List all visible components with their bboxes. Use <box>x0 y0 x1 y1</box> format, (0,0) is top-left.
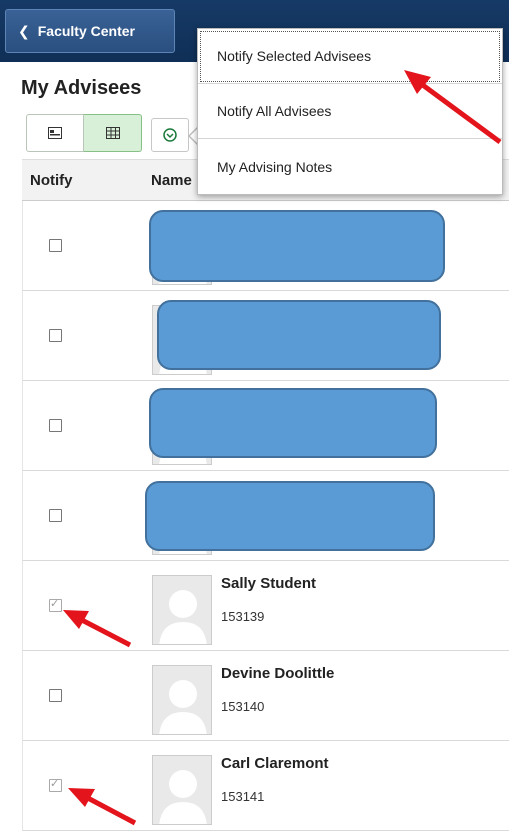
student-id: 153141 <box>221 789 265 804</box>
actions-dropdown-menu: Notify Selected Advisees Notify All Advis… <box>197 28 503 195</box>
avatar-placeholder-icon <box>152 665 212 735</box>
back-button-label: Faculty Center <box>37 23 135 39</box>
notify-column-header: Notify <box>30 172 73 189</box>
grid-view-button[interactable] <box>84 114 142 152</box>
page-title: My Advisees <box>21 77 142 99</box>
notify-checkbox[interactable] <box>49 689 62 702</box>
checkmark-icon: ✓ <box>50 598 60 610</box>
table-row <box>22 291 509 381</box>
menu-item[interactable]: Notify Selected Advisees <box>198 29 502 84</box>
app-root: ❮ Faculty Center My Advisees Notify Name… <box>0 0 509 833</box>
avatar-placeholder-icon <box>152 575 212 645</box>
advisee-table: Notify Name ✓ Sally Student 153139 Devine D… <box>22 159 509 831</box>
notify-checkbox[interactable] <box>49 419 62 432</box>
notify-checkbox[interactable] <box>49 239 62 252</box>
menu-item[interactable]: My Advising Notes <box>198 139 502 194</box>
redaction-box <box>149 210 445 282</box>
notify-checkbox[interactable]: ✓ <box>49 778 62 792</box>
student-name[interactable]: Sally Student <box>221 575 316 592</box>
list-view-button[interactable] <box>26 114 84 152</box>
avatar-placeholder-icon <box>152 755 212 825</box>
view-toggle-group <box>26 114 142 152</box>
table-row: ✓ Sally Student 153139 <box>22 561 509 651</box>
name-column-header: Name <box>151 172 192 189</box>
actions-menu-button[interactable] <box>151 118 189 152</box>
table-row: ✓ Carl Claremont 153141 <box>22 741 509 831</box>
notify-checkbox[interactable] <box>49 329 62 342</box>
card-list-icon <box>48 127 62 139</box>
student-id: 153139 <box>221 609 265 624</box>
student-id: 153140 <box>221 699 265 714</box>
table-row: Devine Doolittle 153140 <box>22 651 509 741</box>
menu-item[interactable]: Notify All Advisees <box>198 84 502 139</box>
notify-checkbox[interactable]: ✓ <box>49 598 62 612</box>
table-row <box>22 471 509 561</box>
student-name[interactable]: Devine Doolittle <box>221 665 334 682</box>
back-button[interactable]: ❮ Faculty Center <box>5 9 175 53</box>
grid-icon <box>105 127 120 139</box>
notify-checkbox[interactable] <box>49 509 62 522</box>
checkmark-icon: ✓ <box>50 778 60 790</box>
chevron-down-circle-icon <box>163 128 177 142</box>
table-row <box>22 201 509 291</box>
table-row <box>22 381 509 471</box>
chevron-left-icon: ❮ <box>18 22 30 39</box>
redaction-box <box>157 300 441 370</box>
table-body: ✓ Sally Student 153139 Devine Doolittle 1531… <box>22 201 509 831</box>
redaction-box <box>145 481 435 551</box>
student-name[interactable]: Carl Claremont <box>221 755 329 772</box>
redaction-box <box>149 388 437 458</box>
